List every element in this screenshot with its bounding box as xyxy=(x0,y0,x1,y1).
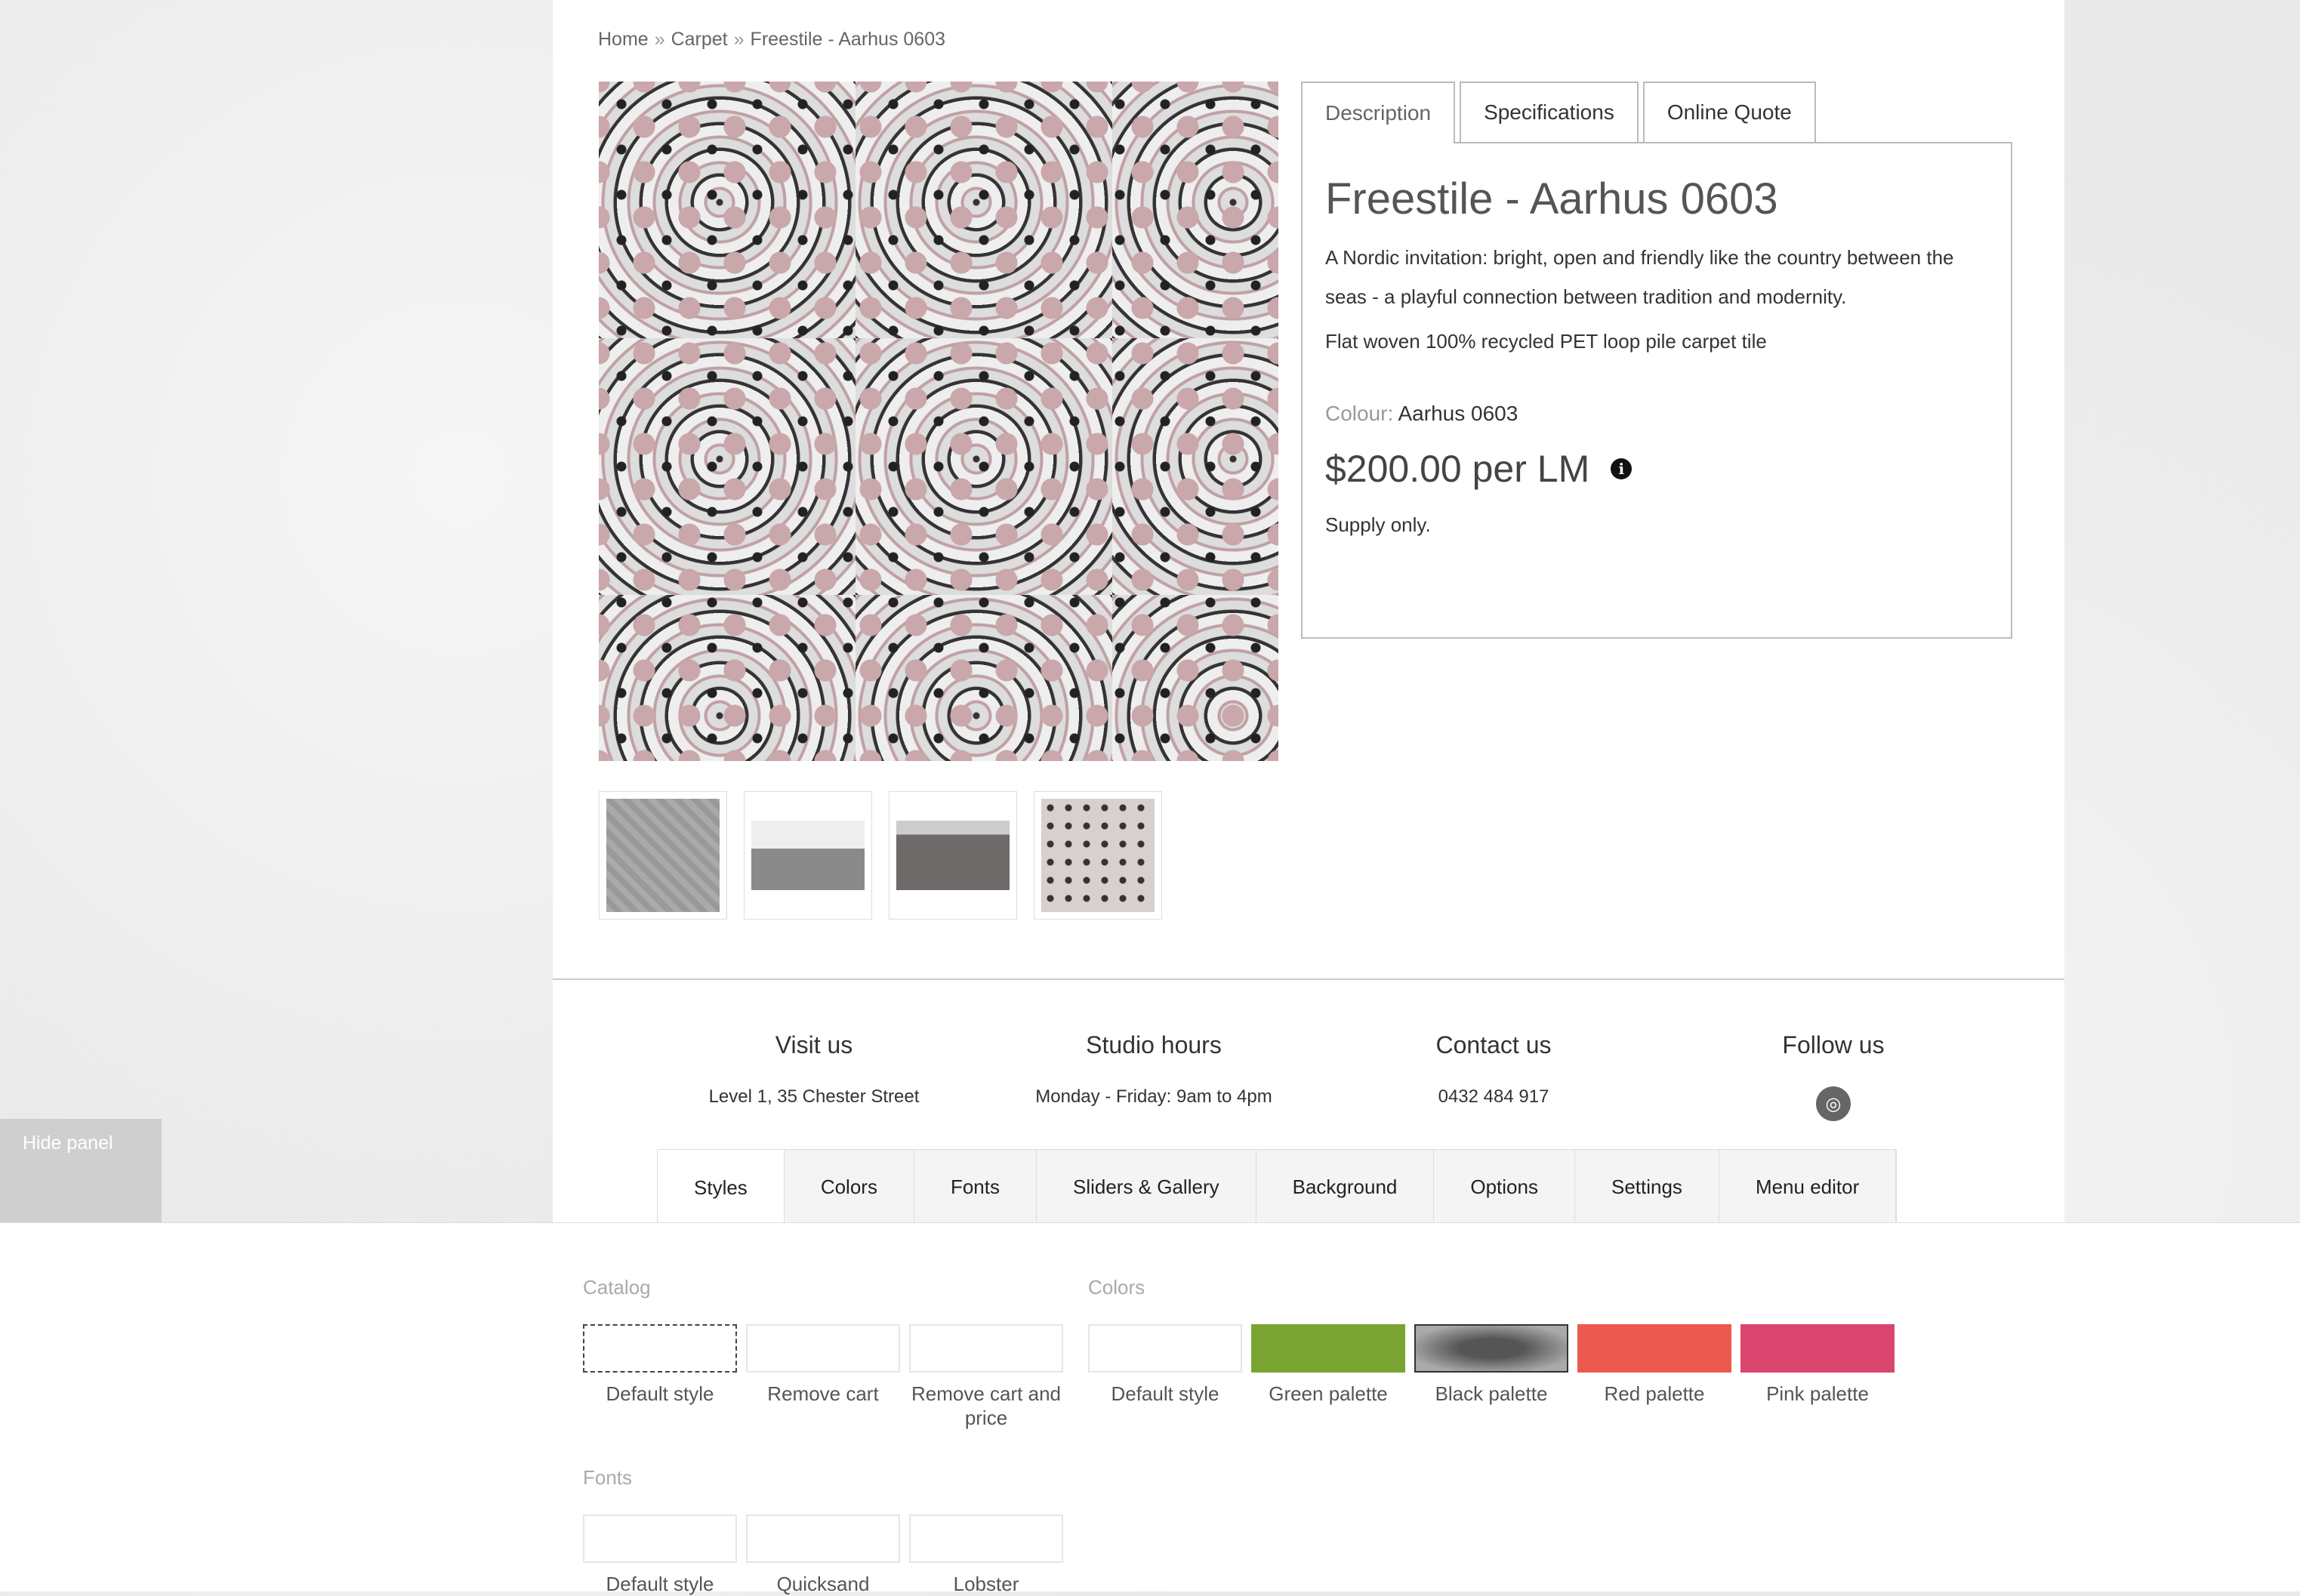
panel-tab-background[interactable]: Background xyxy=(1256,1150,1435,1225)
supply-note: Supply only. xyxy=(1325,513,1431,536)
hide-panel-button[interactable]: Hide panel xyxy=(0,1119,162,1223)
thumbnail-strip xyxy=(599,791,1162,920)
swatch-caption: Quicksand xyxy=(776,1573,870,1595)
swatch-caption: Green palette xyxy=(1269,1382,1388,1405)
font-quicksand[interactable]: Quicksand xyxy=(746,1514,900,1596)
swatch-caption: Default style xyxy=(606,1382,714,1405)
page-content: Home» Carpet» Freestile - Aarhus 0603 Desc… xyxy=(553,0,2064,1223)
thumbnail-image xyxy=(751,821,865,890)
font-default-style[interactable]: Default style xyxy=(583,1514,737,1596)
tab-online-quote[interactable]: Online Quote xyxy=(1642,82,1816,142)
product-title: Freestile - Aarhus 0603 xyxy=(1325,174,1778,223)
swatch-box xyxy=(909,1324,1063,1373)
breadcrumb-current: Freestile - Aarhus 0603 xyxy=(750,29,946,50)
swatch-caption: Default style xyxy=(1111,1382,1219,1405)
colors-label: Colors xyxy=(1088,1276,1145,1299)
swatch-box xyxy=(746,1514,900,1563)
footer-follow-us: Follow us ◎ xyxy=(1675,1031,1992,1135)
thumbnail-1[interactable] xyxy=(599,791,727,920)
footer-contact-us: Contact us 0432 484 917 xyxy=(1335,1031,1652,1130)
tab-specifications[interactable]: Specifications xyxy=(1460,82,1639,142)
swatch-box xyxy=(1577,1324,1731,1373)
swatch-box xyxy=(1088,1324,1242,1373)
catalog-label: Catalog xyxy=(583,1276,651,1299)
instagram-icon[interactable]: ◎ xyxy=(1816,1086,1851,1121)
breadcrumb-separator: » xyxy=(654,29,665,50)
swatch-box xyxy=(1251,1324,1405,1373)
product-tabs: Description Specifications Online Quote xyxy=(1301,82,1816,143)
footer-follow-title: Follow us xyxy=(1782,1031,1885,1058)
swatch-caption: Remove cart xyxy=(767,1382,879,1405)
swatch-caption: Black palette xyxy=(1435,1382,1548,1405)
color-black-palette[interactable]: Black palette xyxy=(1414,1324,1568,1406)
catalog-default-style[interactable]: Default style xyxy=(583,1324,737,1430)
footer-phone[interactable]: 0432 484 917 xyxy=(1335,1086,1652,1108)
thumbnail-image xyxy=(896,821,1010,890)
swatch-box xyxy=(583,1324,737,1373)
panel-tabs: Styles Colors Fonts Sliders & Gallery Ba… xyxy=(657,1149,1898,1226)
swatch-caption: Remove cart and price xyxy=(911,1382,1061,1429)
description-panel: Freestile - Aarhus 0603 A Nordic invitat… xyxy=(1301,142,2012,639)
breadcrumb: Home» Carpet» Freestile - Aarhus 0603 xyxy=(598,29,945,51)
catalog-remove-cart-price[interactable]: Remove cart and price xyxy=(909,1324,1063,1430)
footer-visit-us: Visit us Level 1, 35 Chester Street xyxy=(655,1031,973,1130)
panel-tab-settings[interactable]: Settings xyxy=(1574,1150,1719,1225)
swatch-box xyxy=(583,1514,737,1563)
swatch-caption: Pink palette xyxy=(1766,1382,1869,1405)
product-main-image[interactable] xyxy=(599,82,1278,761)
colour-row: Colour: Aarhus 0603 xyxy=(1325,402,1988,426)
panel-tab-options[interactable]: Options xyxy=(1434,1150,1575,1225)
style-switcher-panel: Catalog Default style Remove cart Remove… xyxy=(0,1223,2300,1595)
product-description: A Nordic invitation: bright, open and fr… xyxy=(1325,246,1954,308)
swatch-box xyxy=(909,1514,1063,1563)
breadcrumb-separator: » xyxy=(733,29,745,50)
product-spec: Flat woven 100% recycled PET loop pile c… xyxy=(1325,330,1767,353)
thumbnail-image xyxy=(1041,799,1155,912)
colour-label: Colour: xyxy=(1325,402,1394,425)
swatch-caption: Red palette xyxy=(1604,1382,1705,1405)
color-options: Default style Green palette Black palett… xyxy=(1088,1324,1895,1406)
price-row: $200.00 per LM i xyxy=(1325,447,1988,491)
panel-tab-menu-editor[interactable]: Menu editor xyxy=(1719,1150,1897,1225)
swatch-caption: Lobster xyxy=(953,1573,1019,1595)
panel-tab-fonts[interactable]: Fonts xyxy=(914,1150,1037,1225)
color-red-palette[interactable]: Red palette xyxy=(1577,1324,1731,1406)
color-default-style[interactable]: Default style xyxy=(1088,1324,1242,1406)
swatch-box xyxy=(746,1324,900,1373)
thumbnail-image xyxy=(606,799,720,912)
info-icon[interactable]: i xyxy=(1611,458,1633,479)
swatch-box xyxy=(1740,1324,1895,1373)
colour-value: Aarhus 0603 xyxy=(1398,402,1518,425)
footer-contact-title: Contact us xyxy=(1435,1031,1552,1058)
color-green-palette[interactable]: Green palette xyxy=(1251,1324,1405,1406)
footer-visit-title: Visit us xyxy=(775,1031,853,1058)
footer-studio-hours: Studio hours Monday - Friday: 9am to 4pm xyxy=(995,1031,1312,1130)
catalog-remove-cart[interactable]: Remove cart xyxy=(746,1324,900,1430)
font-options: Default style Quicksand Lobster xyxy=(583,1514,1063,1596)
tab-description[interactable]: Description xyxy=(1301,82,1456,143)
thumbnail-4[interactable] xyxy=(1034,791,1162,920)
panel-tab-sliders-gallery[interactable]: Sliders & Gallery xyxy=(1036,1150,1256,1225)
catalog-options: Default style Remove cart Remove cart an… xyxy=(583,1324,1063,1430)
panel-tab-colors[interactable]: Colors xyxy=(784,1150,914,1225)
swatch-caption: Default style xyxy=(606,1573,714,1595)
footer-divider xyxy=(553,978,2064,980)
breadcrumb-home[interactable]: Home xyxy=(598,29,649,50)
product-price: $200.00 per LM xyxy=(1325,448,1590,490)
breadcrumb-carpet[interactable]: Carpet xyxy=(671,29,728,50)
footer-address: Level 1, 35 Chester Street xyxy=(708,1086,920,1107)
thumbnail-3[interactable] xyxy=(889,791,1017,920)
footer-hours: Monday - Friday: 9am to 4pm xyxy=(1035,1086,1272,1107)
swatch-box xyxy=(1414,1324,1568,1373)
color-pink-palette[interactable]: Pink palette xyxy=(1740,1324,1895,1406)
thumbnail-2[interactable] xyxy=(744,791,872,920)
panel-tab-styles[interactable]: Styles xyxy=(658,1150,785,1226)
footer-hours-title: Studio hours xyxy=(1086,1031,1222,1058)
font-lobster[interactable]: Lobster xyxy=(909,1514,1063,1596)
fonts-label: Fonts xyxy=(583,1466,633,1489)
